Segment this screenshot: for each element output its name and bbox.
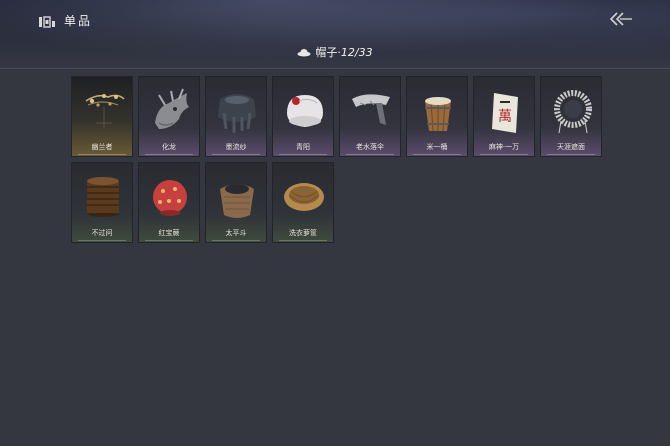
item-card[interactable]: 墨流纱 bbox=[205, 76, 267, 157]
page-header: 单品 bbox=[38, 12, 92, 29]
laundry-basket-icon bbox=[279, 169, 329, 225]
item-name: 麻神·一万 bbox=[488, 143, 520, 151]
item-name: 红宝蕨 bbox=[158, 229, 180, 237]
silver-headdress-icon bbox=[346, 83, 396, 139]
item-card[interactable]: 洗衣萝筐 bbox=[272, 162, 334, 243]
item-name: 墨流纱 bbox=[225, 143, 247, 151]
item-card[interactable]: 不过问 bbox=[71, 162, 133, 243]
wooden-bucket-icon bbox=[413, 83, 463, 139]
item-card[interactable]: 米一桶 bbox=[406, 76, 468, 157]
svg-text:萬: 萬 bbox=[498, 109, 512, 125]
item-name: 化龙 bbox=[162, 143, 176, 151]
item-card[interactable]: 天涯遮面 bbox=[540, 76, 602, 157]
hat-icon bbox=[297, 47, 311, 60]
item-card[interactable]: 萬 麻神·一万 bbox=[473, 76, 535, 157]
page-title: 单品 bbox=[64, 14, 93, 28]
item-name: 幽兰者 bbox=[91, 143, 113, 151]
category-header: 帽子·12/33 bbox=[0, 44, 670, 60]
item-card[interactable]: 青阳 bbox=[272, 76, 334, 157]
item-grid: 幽兰者 化龙 墨流纱 青阳 老水落伞 米一桶 萬 麻神·一万 天涯遮面 不过问 … bbox=[71, 76, 602, 243]
item-card[interactable]: 红宝蕨 bbox=[138, 162, 200, 243]
item-card[interactable]: 幽兰者 bbox=[71, 76, 133, 157]
item-name: 洗衣萝筐 bbox=[289, 229, 317, 237]
collection-count: 12/33 bbox=[340, 46, 373, 59]
white-cap-icon bbox=[279, 83, 329, 139]
category-label: 帽子· bbox=[315, 46, 341, 59]
woven-basket-icon bbox=[212, 169, 262, 225]
double-chevron-left-icon bbox=[609, 12, 632, 26]
item-card[interactable]: 化龙 bbox=[138, 76, 200, 157]
dark-veil-icon bbox=[212, 83, 262, 139]
wardrobe-icon bbox=[38, 14, 56, 28]
item-card[interactable]: 太平斗 bbox=[205, 162, 267, 243]
item-name: 老水落伞 bbox=[356, 143, 384, 151]
back-button[interactable] bbox=[608, 10, 634, 28]
item-name: 天涯遮面 bbox=[557, 143, 585, 151]
dragon-head-icon bbox=[145, 83, 195, 139]
stacked-bowls-icon bbox=[78, 169, 128, 225]
hairpin-icon bbox=[78, 83, 128, 139]
item-name: 不过问 bbox=[91, 229, 113, 237]
item-name: 青阳 bbox=[296, 143, 310, 151]
item-name: 米一桶 bbox=[426, 143, 448, 151]
mahjong-tile-icon: 萬 bbox=[480, 83, 530, 139]
bamboo-veil-hat-icon bbox=[547, 83, 597, 139]
red-lantern-icon bbox=[145, 169, 195, 225]
item-name: 太平斗 bbox=[225, 229, 247, 237]
top-bar: 单品 帽子·12/33 bbox=[0, 0, 670, 69]
item-card[interactable]: 老水落伞 bbox=[339, 76, 401, 157]
